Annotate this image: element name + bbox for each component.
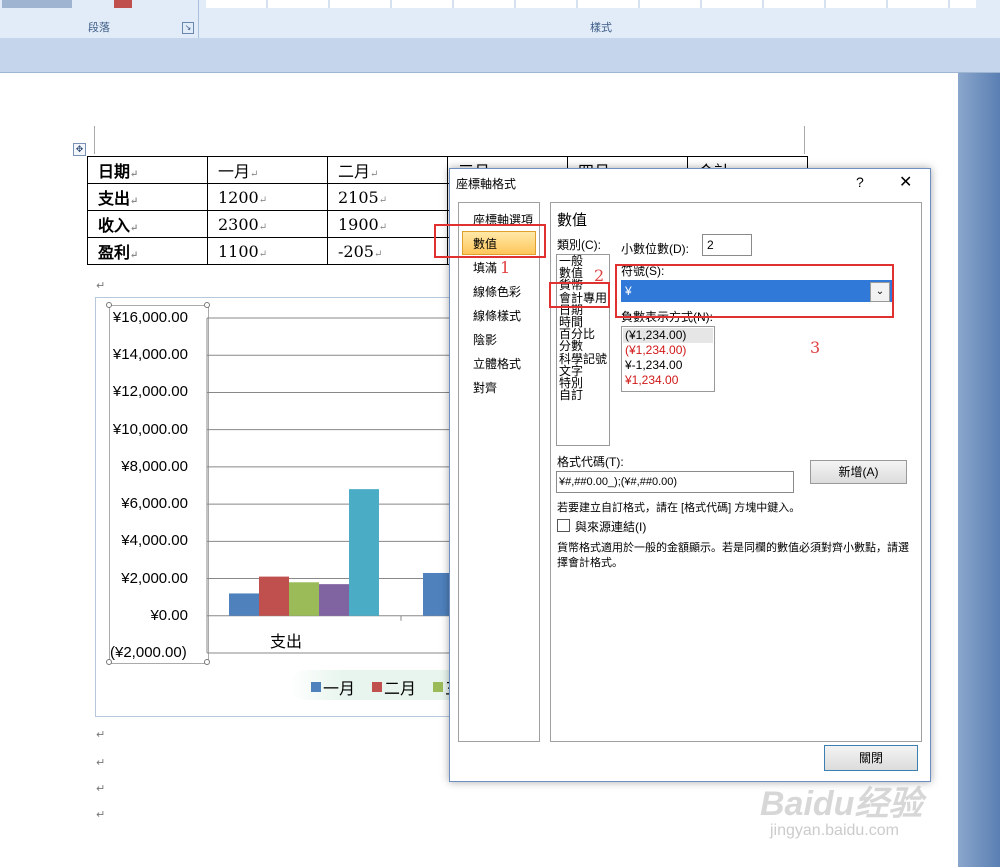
negative-listbox[interactable]: (¥1,234.00) (¥1,234.00) ¥-1,234.00 ¥1,23… bbox=[621, 326, 715, 392]
close-icon[interactable]: ✕ bbox=[899, 172, 912, 192]
annotation-box-1 bbox=[434, 224, 546, 258]
legend-label: 一月 bbox=[323, 681, 356, 698]
legend-swatch bbox=[311, 682, 321, 692]
selection-handle[interactable] bbox=[106, 302, 112, 308]
y-tick-label: ¥10,000.00 bbox=[112, 420, 188, 438]
dialog-title: 座標軸格式 bbox=[456, 177, 517, 191]
nav-item-alignment[interactable]: 對齊 bbox=[473, 379, 497, 396]
format-description: 貨幣格式適用於一般的金額顯示。若是同欄的數值必須對齊小數點，請選擇會計格式。 bbox=[557, 542, 909, 569]
annotation-number-2: 2 bbox=[594, 266, 605, 285]
y-tick-label: ¥4,000.00 bbox=[121, 532, 188, 550]
category-nav: 座標軸選項 數值 填滿 線條色彩 線條樣式 陰影 立體格式 對齊 bbox=[458, 202, 540, 742]
y-tick-label: (¥2,000.00) bbox=[110, 644, 187, 661]
y-tick-label: ¥6,000.00 bbox=[121, 495, 188, 513]
decimal-input[interactable]: 2 bbox=[702, 234, 752, 256]
selection-handle[interactable] bbox=[204, 659, 210, 665]
bar-二月[interactable] bbox=[259, 576, 289, 616]
nav-item-shadow[interactable]: 陰影 bbox=[473, 331, 497, 348]
section-title: 數值 bbox=[557, 212, 588, 229]
link-label: 與來源連結(I) bbox=[575, 520, 647, 534]
annotation-box-2 bbox=[549, 282, 610, 308]
nav-item-3d-format[interactable]: 立體格式 bbox=[473, 355, 521, 372]
add-button[interactable]: 新增(A) bbox=[810, 460, 907, 484]
annotation-number-1: 1 bbox=[500, 258, 511, 277]
category-item[interactable]: 科學記號 bbox=[559, 352, 607, 364]
close-button[interactable]: 關閉 bbox=[824, 745, 918, 771]
link-checkbox[interactable] bbox=[557, 519, 570, 532]
negative-option[interactable]: (¥1,234.00) bbox=[625, 328, 686, 343]
category-item[interactable]: 自訂 bbox=[559, 389, 607, 401]
legend-swatch bbox=[433, 682, 443, 692]
legend-swatch bbox=[372, 682, 382, 692]
help-icon[interactable]: ? bbox=[856, 174, 864, 190]
category-item[interactable]: 分數 bbox=[559, 340, 607, 352]
annotation-number-3: 3 bbox=[810, 338, 821, 357]
negative-option[interactable]: ¥-1,234.00 bbox=[625, 358, 682, 373]
selection-handle[interactable] bbox=[204, 302, 210, 308]
format-axis-dialog: 座標軸格式 ? ✕ 座標軸選項 數值 填滿 線條色彩 線條樣式 陰影 立體格式 … bbox=[449, 168, 931, 782]
nav-item-line-style[interactable]: 線條樣式 bbox=[473, 307, 521, 324]
bar-三月[interactable] bbox=[289, 582, 319, 616]
y-tick-label: ¥14,000.00 bbox=[112, 346, 188, 364]
legend-label: 二月 bbox=[384, 681, 417, 698]
y-tick-label: ¥2,000.00 bbox=[121, 569, 188, 587]
y-tick-label: ¥0.00 bbox=[150, 606, 188, 624]
format-code-label: 格式代碼(T): bbox=[557, 455, 624, 469]
format-hint: 若要建立自訂格式，請在 [格式代碼] 方塊中鍵入。 bbox=[557, 502, 801, 514]
watermark-logo: Baidu经验 bbox=[760, 785, 923, 823]
bar-一月[interactable] bbox=[229, 593, 259, 616]
watermark-url: jingyan.baidu.com bbox=[770, 822, 899, 839]
y-tick-label: ¥16,000.00 bbox=[112, 309, 188, 326]
nav-item-line-color[interactable]: 線條色彩 bbox=[473, 283, 521, 300]
x-category-label: 支出 bbox=[270, 634, 303, 651]
format-code-input[interactable]: ¥#,##0.00_);(¥#,##0.00) bbox=[556, 471, 794, 493]
category-label: 類別(C): bbox=[557, 238, 601, 252]
y-tick-label: ¥12,000.00 bbox=[112, 383, 188, 401]
negative-option[interactable]: ¥1,234.00 bbox=[625, 373, 678, 388]
decimal-label: 小數位數(D): bbox=[621, 242, 689, 256]
annotation-box-3 bbox=[615, 264, 894, 318]
nav-item-fill[interactable]: 填滿 bbox=[473, 259, 497, 276]
bar-四月[interactable] bbox=[319, 584, 349, 616]
y-tick-label: ¥8,000.00 bbox=[121, 457, 188, 475]
negative-option[interactable]: (¥1,234.00) bbox=[625, 343, 686, 358]
bar-合計[interactable] bbox=[349, 489, 379, 616]
